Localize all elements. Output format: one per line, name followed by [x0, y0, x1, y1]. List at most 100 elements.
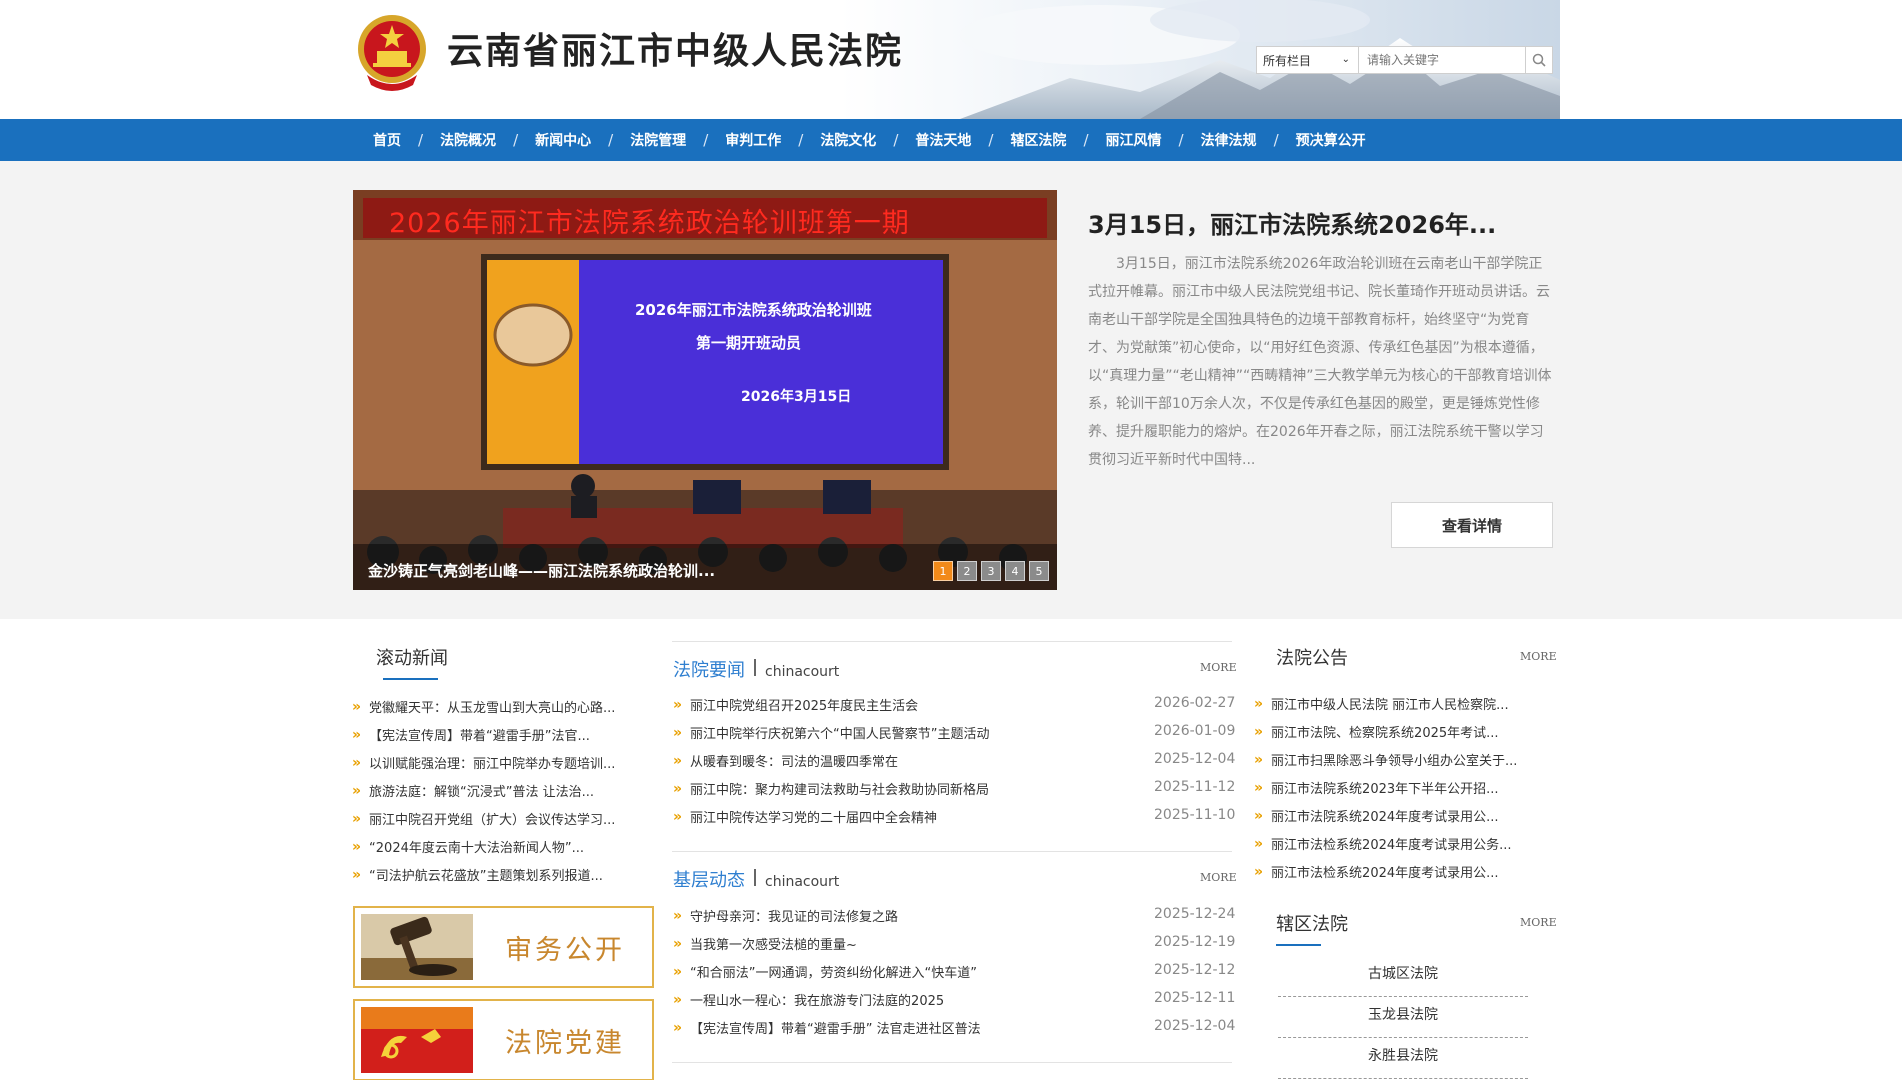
grassroots-bottom-rule: [672, 1062, 1232, 1063]
list-item[interactable]: » “和合丽法”一网通调，劳资纠纷化解进入“快车道”: [673, 962, 977, 982]
featured-title[interactable]: 3月15日，丽江市法院系统2026年...: [1088, 205, 1496, 240]
list-item-text: 旅游法庭：解锁“沉浸式”普法 让法治...: [369, 785, 595, 800]
double-chevron-right-icon: »: [352, 810, 362, 827]
double-chevron-right-icon: »: [673, 1019, 683, 1036]
nav-separator: /: [1083, 131, 1089, 149]
list-item[interactable]: » “2024年度云南十大法治新闻人物”...: [352, 837, 584, 857]
list-item[interactable]: » 旅游法庭：解锁“沉浸式”普法 让法治...: [352, 781, 595, 801]
list-item[interactable]: » 丽江市法院、检察院系统2025年考试...: [1254, 722, 1499, 742]
list-item-date: 2025-12-04: [1154, 751, 1236, 767]
slide-screen-date: 2026年3月15日: [741, 389, 852, 405]
news-slider[interactable]: 2026年丽江市法院系统政治轮训班第一期 2026年丽江市法院系统政治轮训班 第…: [353, 190, 1057, 590]
list-item[interactable]: » 党徽耀天平：从玉龙雪山到大亮山的心路...: [352, 697, 616, 717]
list-item[interactable]: » 丽江市法检系统2024年度考试录用公...: [1254, 862, 1499, 882]
list-item[interactable]: » 丽江中院：聚力构建司法救助与社会救助协同新格局: [673, 779, 990, 799]
slider-page-button[interactable]: 2: [957, 561, 977, 581]
list-item[interactable]: » “司法护航云花盛放”主题策划系列报道...: [352, 865, 603, 885]
list-item[interactable]: » 丽江中院传达学习党的二十届四中全会精神: [673, 807, 938, 827]
search-category-select[interactable]: 所有栏目 ⌄: [1257, 47, 1359, 73]
grassroots-more-link[interactable]: MORE: [1200, 871, 1237, 884]
list-item-text: 丽江市法院、检察院系统2025年考试...: [1271, 726, 1499, 741]
list-item[interactable]: » 丽江市法院系统2024年度考试录用公...: [1254, 806, 1499, 826]
list-item[interactable]: » 丽江中院党组召开2025年度民主生活会: [673, 695, 918, 715]
slider-page-button[interactable]: 1: [933, 561, 953, 581]
list-item-text: 丽江中院：聚力构建司法救助与社会救助协同新格局: [690, 783, 990, 798]
list-item-text: 守护母亲河：我见证的司法修复之路: [690, 910, 899, 925]
nav-item-5[interactable]: 法院文化: [820, 130, 876, 150]
list-item[interactable]: » 从暖春到暖冬：司法的温暖四季常在: [673, 751, 898, 771]
search-category-label: 所有栏目: [1263, 53, 1312, 68]
nav-separator: /: [1273, 131, 1279, 149]
list-item[interactable]: » 丽江中院举行庆祝第六个“中国人民警察节”主题活动: [673, 723, 990, 743]
double-chevron-right-icon: »: [1254, 695, 1264, 712]
nav-item-9[interactable]: 法律法规: [1201, 130, 1257, 150]
district-courts-more-link[interactable]: MORE: [1520, 916, 1557, 929]
nav-separator: /: [418, 131, 424, 149]
double-chevron-right-icon: »: [1254, 807, 1264, 824]
district-courts-underline: [1276, 944, 1321, 946]
double-chevron-right-icon: »: [1254, 723, 1264, 740]
list-item-text: “和合丽法”一网通调，劳资纠纷化解进入“快车道”: [690, 966, 977, 981]
district-court-link[interactable]: 古城区法院: [1278, 956, 1528, 997]
slide-screen-line1: 2026年丽江市法院系统政治轮训班: [635, 301, 872, 319]
list-item[interactable]: » 丽江市法院系统2023年下半年公开招...: [1254, 778, 1499, 798]
district-court-link[interactable]: 玉龙县法院: [1278, 997, 1528, 1038]
district-court-link[interactable]: 永胜县法院: [1278, 1038, 1528, 1079]
list-item-text: 以训赋能强治理：丽江中院举办专题培训...: [369, 757, 616, 772]
slider-page-button[interactable]: 5: [1029, 561, 1049, 581]
list-item[interactable]: » 【宪法宣传周】带着“避雷手册” 法官走进社区普法: [673, 1018, 981, 1038]
list-item-text: 丽江市法院系统2023年下半年公开招...: [1271, 782, 1499, 797]
notices-more-link[interactable]: MORE: [1520, 650, 1557, 663]
search-button[interactable]: [1525, 47, 1552, 73]
nav-item-7[interactable]: 辖区法院: [1010, 130, 1066, 150]
list-item[interactable]: » 丽江市法检系统2024年度考试录用公务...: [1254, 834, 1512, 854]
nav-item-10[interactable]: 预决算公开: [1296, 130, 1366, 150]
grassroots-title[interactable]: 基层动态: [673, 866, 745, 892]
court-news-subtitle: chinacourt: [765, 664, 840, 680]
list-item-text: 党徽耀天平：从玉龙雪山到大亮山的心路...: [369, 701, 616, 716]
nav-separator: /: [798, 131, 804, 149]
list-item[interactable]: » 【宪法宣传周】带着“避雷手册”法官...: [352, 725, 590, 745]
list-item-text: 丽江中院传达学习党的二十届四中全会精神: [690, 811, 938, 826]
list-item[interactable]: » 一程山水一程心：我在旅游专门法庭的2025: [673, 990, 944, 1010]
double-chevron-right-icon: »: [673, 752, 683, 769]
nav-item-8[interactable]: 丽江风情: [1106, 130, 1162, 150]
search-input[interactable]: [1359, 47, 1525, 73]
slider-page-button[interactable]: 3: [981, 561, 1001, 581]
double-chevron-right-icon: »: [673, 780, 683, 797]
nav-item-4[interactable]: 审判工作: [725, 130, 781, 150]
scroll-news-title: 滚动新闻: [376, 648, 448, 669]
party-building-banner[interactable]: 法院党建: [353, 999, 654, 1080]
view-details-button[interactable]: 查看详情: [1391, 502, 1553, 548]
double-chevron-right-icon: »: [1254, 779, 1264, 796]
nav-item-3[interactable]: 法院管理: [630, 130, 686, 150]
double-chevron-right-icon: »: [673, 963, 683, 980]
list-item[interactable]: » 丽江市中级人民法院 丽江市人民检察院...: [1254, 694, 1509, 714]
slide-caption[interactable]: 金沙铸正气亮剑老山峰——丽江法院系统政治轮训...: [368, 560, 715, 581]
slider-page-button[interactable]: 4: [1005, 561, 1025, 581]
list-item[interactable]: » 守护母亲河：我见证的司法修复之路: [673, 906, 899, 926]
list-item[interactable]: » 以训赋能强治理：丽江中院举办专题培训...: [352, 753, 616, 773]
nav-item-1[interactable]: 法院概况: [440, 130, 496, 150]
list-item[interactable]: » 丽江市扫黑除恶斗争领导小组办公室关于...: [1254, 750, 1517, 770]
list-item-text: 丽江市法检系统2024年度考试录用公务...: [1271, 838, 1512, 853]
list-item[interactable]: » 当我第一次感受法槌的重量~: [673, 934, 857, 954]
double-chevron-right-icon: »: [352, 782, 362, 799]
list-item-text: 丽江市中级人民法院 丽江市人民检察院...: [1271, 698, 1509, 713]
grassroots-header: 基层动态 chinacourt: [673, 866, 839, 892]
trial-openness-banner[interactable]: 审务公开: [353, 906, 654, 988]
nav-separator: /: [513, 131, 519, 149]
nav-separator: /: [988, 131, 994, 149]
court-news-title[interactable]: 法院要闻: [673, 656, 745, 682]
list-item-date: 2025-12-11: [1154, 990, 1236, 1006]
grassroots-top-rule: [672, 851, 1232, 852]
slide-image: [353, 190, 1057, 590]
nav-item-6[interactable]: 普法天地: [915, 130, 971, 150]
nav-item-2[interactable]: 新闻中心: [535, 130, 591, 150]
list-item-text: “司法护航云花盛放”主题策划系列报道...: [369, 869, 603, 884]
list-item-text: 丽江市法检系统2024年度考试录用公...: [1271, 866, 1499, 881]
nav-item-0[interactable]: 首页: [373, 130, 401, 150]
court-news-more-link[interactable]: MORE: [1200, 661, 1237, 674]
list-item[interactable]: » 丽江中院召开党组（扩大）会议传达学习...: [352, 809, 615, 829]
trial-openness-label: 审务公开: [505, 935, 625, 966]
